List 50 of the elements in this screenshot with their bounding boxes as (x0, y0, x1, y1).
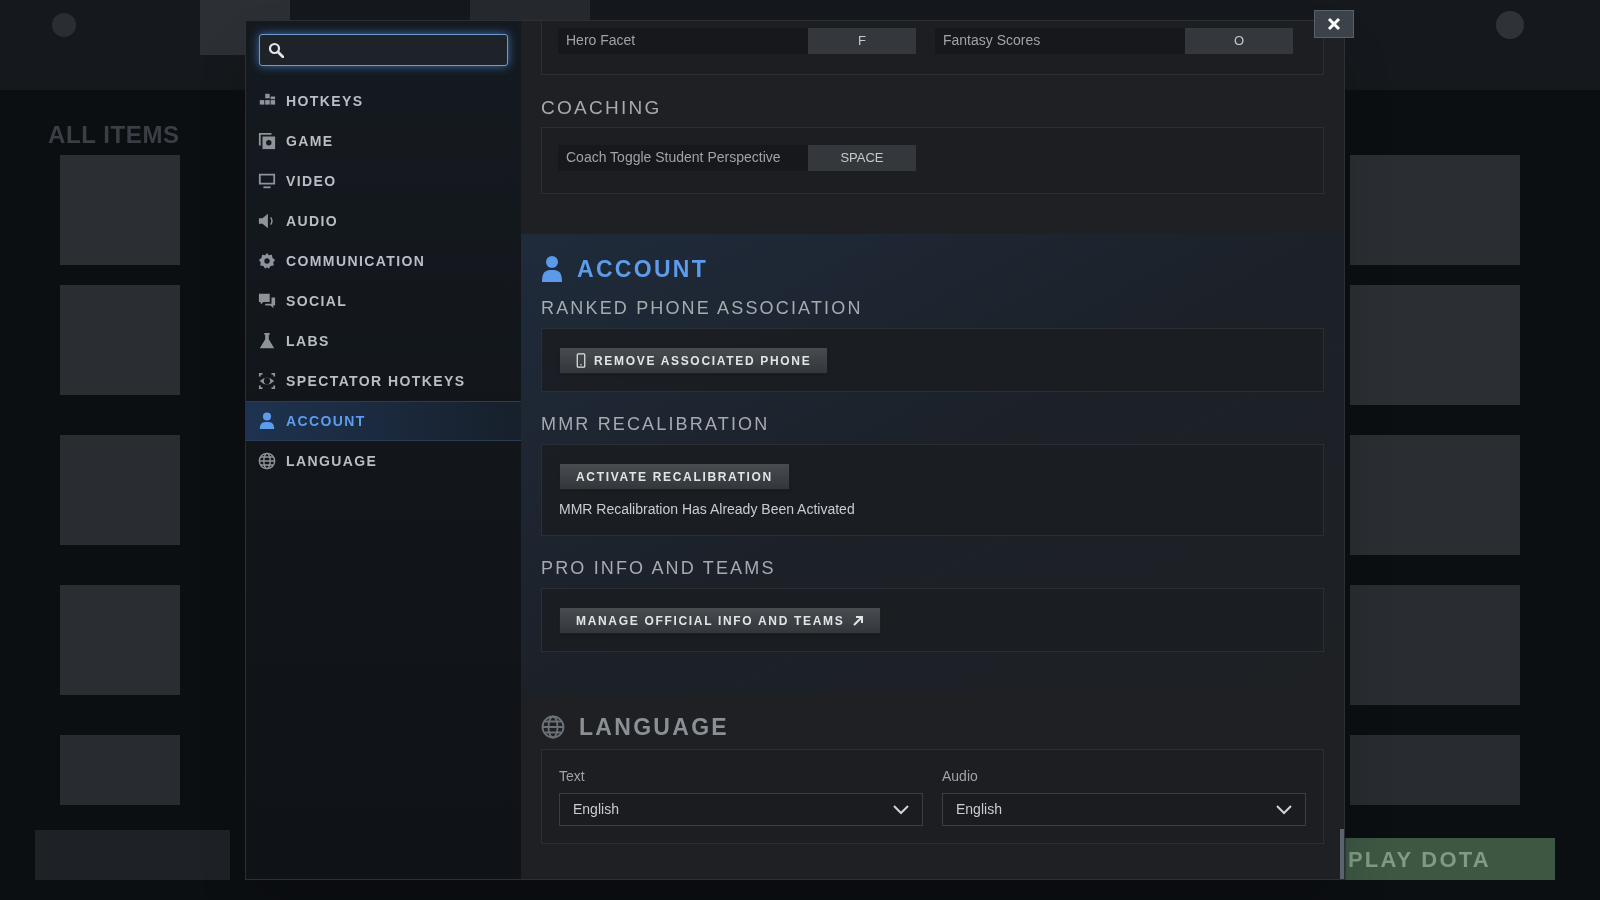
globe-icon (541, 715, 565, 739)
language-dropdown[interactable]: English (559, 793, 923, 826)
chevron-down-icon (1276, 804, 1292, 815)
language-dropdown[interactable]: English (942, 793, 1306, 826)
sidebar-tab[interactable]: AUDIO (246, 201, 521, 241)
sidebar-tab[interactable]: SPECTATOR HOTKEYS (246, 361, 521, 401)
field-label: Text (559, 767, 586, 786)
sidebar-tab[interactable]: HOTKEYS (246, 81, 521, 121)
external-link-icon (852, 614, 865, 627)
speaker-icon (258, 212, 276, 230)
search-field[interactable] (259, 34, 508, 66)
status-text: MMR Recalibration Has Already Been Activated (559, 500, 856, 518)
sidebar-tab[interactable]: GAME (246, 121, 521, 161)
section-title: ACCOUNT (577, 254, 709, 284)
section-heading: PRO INFO AND TEAMS (541, 558, 777, 578)
key-binding-button[interactable]: SPACE (808, 145, 916, 171)
eye-icon (258, 372, 276, 390)
section-heading: RANKED PHONE ASSOCIATION (541, 298, 864, 318)
key-binding-button[interactable]: F (808, 28, 916, 54)
action-button[interactable]: REMOVE ASSOCIATED PHONE (559, 347, 829, 374)
hotkey-label: Hero Facet (558, 28, 808, 54)
close-button[interactable] (1314, 10, 1354, 38)
sidebar-tab[interactable]: VIDEO (246, 161, 521, 201)
globe-icon (258, 452, 276, 470)
sidebar-tab[interactable]: LANGUAGE (246, 441, 521, 481)
scrollbar-thumb[interactable] (1340, 829, 1344, 879)
sidebar-tab[interactable]: SOCIAL (246, 281, 521, 321)
gear-window-icon (258, 132, 276, 150)
field-label: Audio (942, 767, 979, 786)
section-title: LANGUAGE (579, 712, 729, 742)
section-heading: MMR RECALIBRATION (541, 414, 771, 434)
hotkey-label: Fantasy Scores (935, 28, 1185, 54)
section-heading: COACHING (541, 97, 663, 119)
sidebar-tab[interactable]: COMMUNICATION (246, 241, 521, 281)
close-icon (1327, 17, 1341, 31)
chat-icon (258, 292, 276, 310)
sidebar-tab[interactable]: ACCOUNT (246, 401, 521, 441)
monitor-icon (258, 172, 276, 190)
phone-icon (576, 353, 586, 368)
hotkey-label: Coach Toggle Student Perspective (558, 145, 808, 171)
chevron-down-icon (893, 804, 909, 815)
action-button[interactable]: ACTIVATE RECALIBRATION (559, 463, 790, 490)
search-icon (268, 42, 284, 58)
sidebar-tab[interactable]: LABS (246, 321, 521, 361)
flask-icon (258, 332, 276, 350)
gear-icon (258, 252, 276, 270)
action-button[interactable]: MANAGE OFFICIAL INFO AND TEAMS (559, 607, 882, 634)
person-icon (258, 412, 276, 430)
key-binding-button[interactable]: O (1185, 28, 1293, 54)
person-icon (541, 255, 563, 283)
